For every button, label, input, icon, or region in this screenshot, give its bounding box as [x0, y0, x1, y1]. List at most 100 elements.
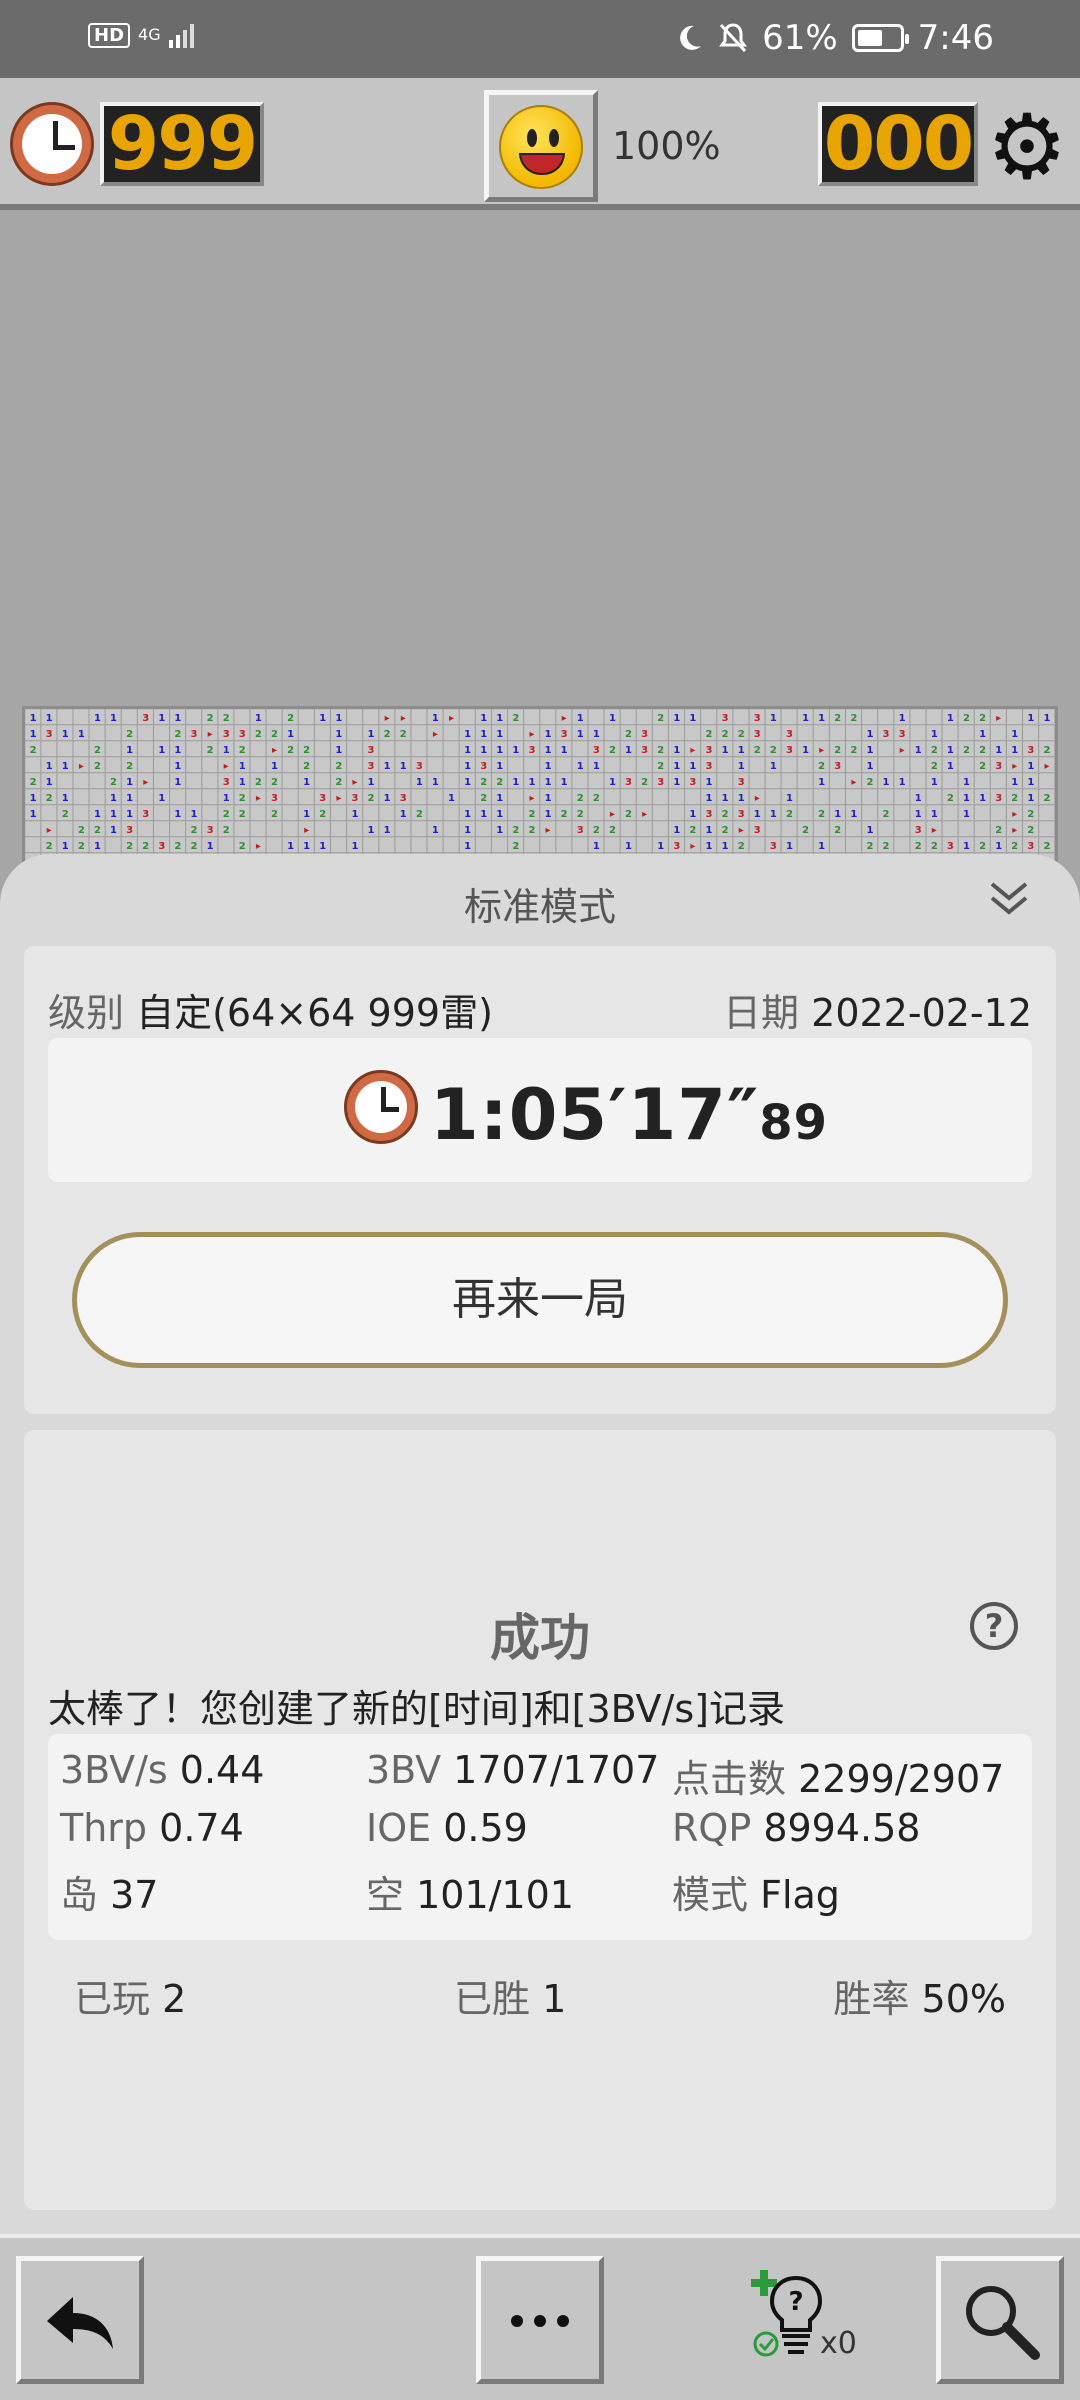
board-cell [443, 804, 460, 821]
cell-number: 2 [641, 777, 648, 788]
cell-number: 1 [255, 713, 262, 724]
stats-panel: 3BV/s 0.44 3BV 1707/1707 点击数 2299/2907 T… [48, 1734, 1032, 1940]
more-button[interactable] [476, 2256, 604, 2384]
board-cell [652, 788, 669, 805]
minefield-grid[interactable]: 1 1 1 1 3 1 1 2 2 1 2 1 1 ▸ ▸ 1 ▸ 1 1 2 ▸ 1 1 2 1 1 3 3 1 1 1 2 2 1 1 2 2 ▸ 1 1… [25, 709, 1055, 866]
flag-mark: ▸ [143, 777, 148, 788]
cell-number: 2 [46, 841, 53, 852]
cell-number: 1 [335, 713, 342, 724]
cell-number: 2 [947, 793, 954, 804]
timer-display: 999 [100, 102, 264, 186]
cell-number: 2 [963, 745, 970, 756]
board-cell [604, 836, 621, 853]
cell-number: 1 [480, 809, 487, 820]
board-cell [153, 772, 170, 789]
flag-mark: ▸ [224, 761, 229, 772]
cell-number: 1 [400, 809, 407, 820]
cell-number: 2 [223, 825, 230, 836]
board-cell [40, 804, 57, 821]
board-cell [781, 756, 798, 773]
board-cell [588, 709, 605, 725]
board-cell [765, 772, 782, 789]
cell-number: 1 [673, 713, 680, 724]
board-cell [942, 820, 959, 837]
cell-number: 1 [496, 793, 503, 804]
cell-number: 1 [368, 729, 375, 740]
undo-button[interactable] [16, 2256, 144, 2384]
board-cell [185, 772, 202, 789]
board-cell [571, 836, 588, 853]
cell-number: 1 [287, 729, 294, 740]
board-cell [153, 804, 170, 821]
cell-number: 1 [528, 777, 535, 788]
board-cell [411, 820, 427, 837]
result-sheet: 标准模式 级别 自定(64×64 999雷) 日期 2022-02-12 1:0… [0, 854, 1080, 2234]
svg-text:?: ? [788, 2287, 803, 2317]
cell-number: 2 [528, 809, 535, 820]
board-cell [684, 724, 701, 741]
cell-number: 2 [1011, 793, 1018, 804]
cell-number: 1 [770, 761, 777, 772]
play-again-button[interactable]: 再来一局 [72, 1232, 1008, 1368]
cell-number: 2 [979, 761, 986, 772]
cell-number: 1 [947, 713, 954, 724]
board-cell [250, 756, 267, 773]
board-cell [845, 820, 862, 837]
flag-mark: ▸ [610, 809, 615, 820]
board-cell [909, 772, 926, 789]
cell-number: 1 [303, 777, 310, 788]
date-value: 2022-02-12 [811, 991, 1032, 1035]
cell-number: 2 [480, 793, 487, 804]
cell-number: 2 [609, 825, 616, 836]
cell-number: 2 [1043, 745, 1050, 756]
board-cell [684, 788, 701, 805]
cell-number: 1 [335, 745, 342, 756]
cell-number: 1 [561, 777, 568, 788]
cell-number: 1 [963, 793, 970, 804]
board-cell [636, 836, 653, 853]
board-cell [443, 756, 460, 773]
flag-mark: ▸ [690, 841, 695, 852]
minefield-board[interactable]: 1 1 1 1 3 1 1 2 2 1 2 1 1 ▸ ▸ 1 ▸ 1 1 2 ▸ 1 1 2 1 1 3 3 1 1 1 2 2 1 1 2 2 ▸ 1 1… [22, 706, 1058, 866]
new-game-smiley-button[interactable] [484, 90, 598, 202]
cell-number: 2 [915, 841, 922, 852]
board-cell [893, 804, 910, 821]
cell-number: 1 [545, 793, 552, 804]
cell-number: 2 [287, 713, 294, 724]
board-cell [555, 756, 572, 773]
cell-number: 1 [46, 777, 53, 788]
cell-number: 3 [400, 793, 407, 804]
cell-number: 1 [496, 713, 503, 724]
board-cell [958, 724, 975, 741]
gear-icon[interactable]: ⚙ [986, 103, 1068, 193]
board-cell [588, 772, 605, 789]
board-cell [668, 724, 685, 741]
cell-number: 1 [319, 713, 326, 724]
collapse-chevron-icon[interactable] [986, 876, 1032, 922]
flag-mark: ▸ [996, 713, 1001, 724]
board-cell [588, 804, 605, 821]
cell-number: 1 [818, 841, 825, 852]
cell-number: 1 [802, 713, 809, 724]
cell-number: 1 [496, 809, 503, 820]
help-icon[interactable]: ? [970, 1602, 1018, 1650]
cell-number: 1 [1011, 745, 1018, 756]
cell-number: 2 [512, 841, 519, 852]
board-cell [427, 788, 444, 805]
cell-number: 1 [786, 841, 793, 852]
cell-number: 1 [545, 745, 552, 756]
board-cell [958, 820, 975, 837]
cell-number: 3 [126, 825, 133, 836]
cell-number: 1 [207, 841, 214, 852]
cell-number: 1 [899, 777, 906, 788]
cell-number: 2 [834, 745, 841, 756]
cell-number: 1 [995, 745, 1002, 756]
cell-number: 1 [545, 729, 552, 740]
flag-mark: ▸ [819, 745, 824, 756]
cell-number: 1 [335, 729, 342, 740]
cell-number: 1 [448, 793, 455, 804]
cell-number: 1 [706, 825, 713, 836]
zoom-button[interactable] [936, 2256, 1064, 2384]
cell-number: 1 [545, 761, 552, 772]
board-cell [781, 820, 798, 837]
